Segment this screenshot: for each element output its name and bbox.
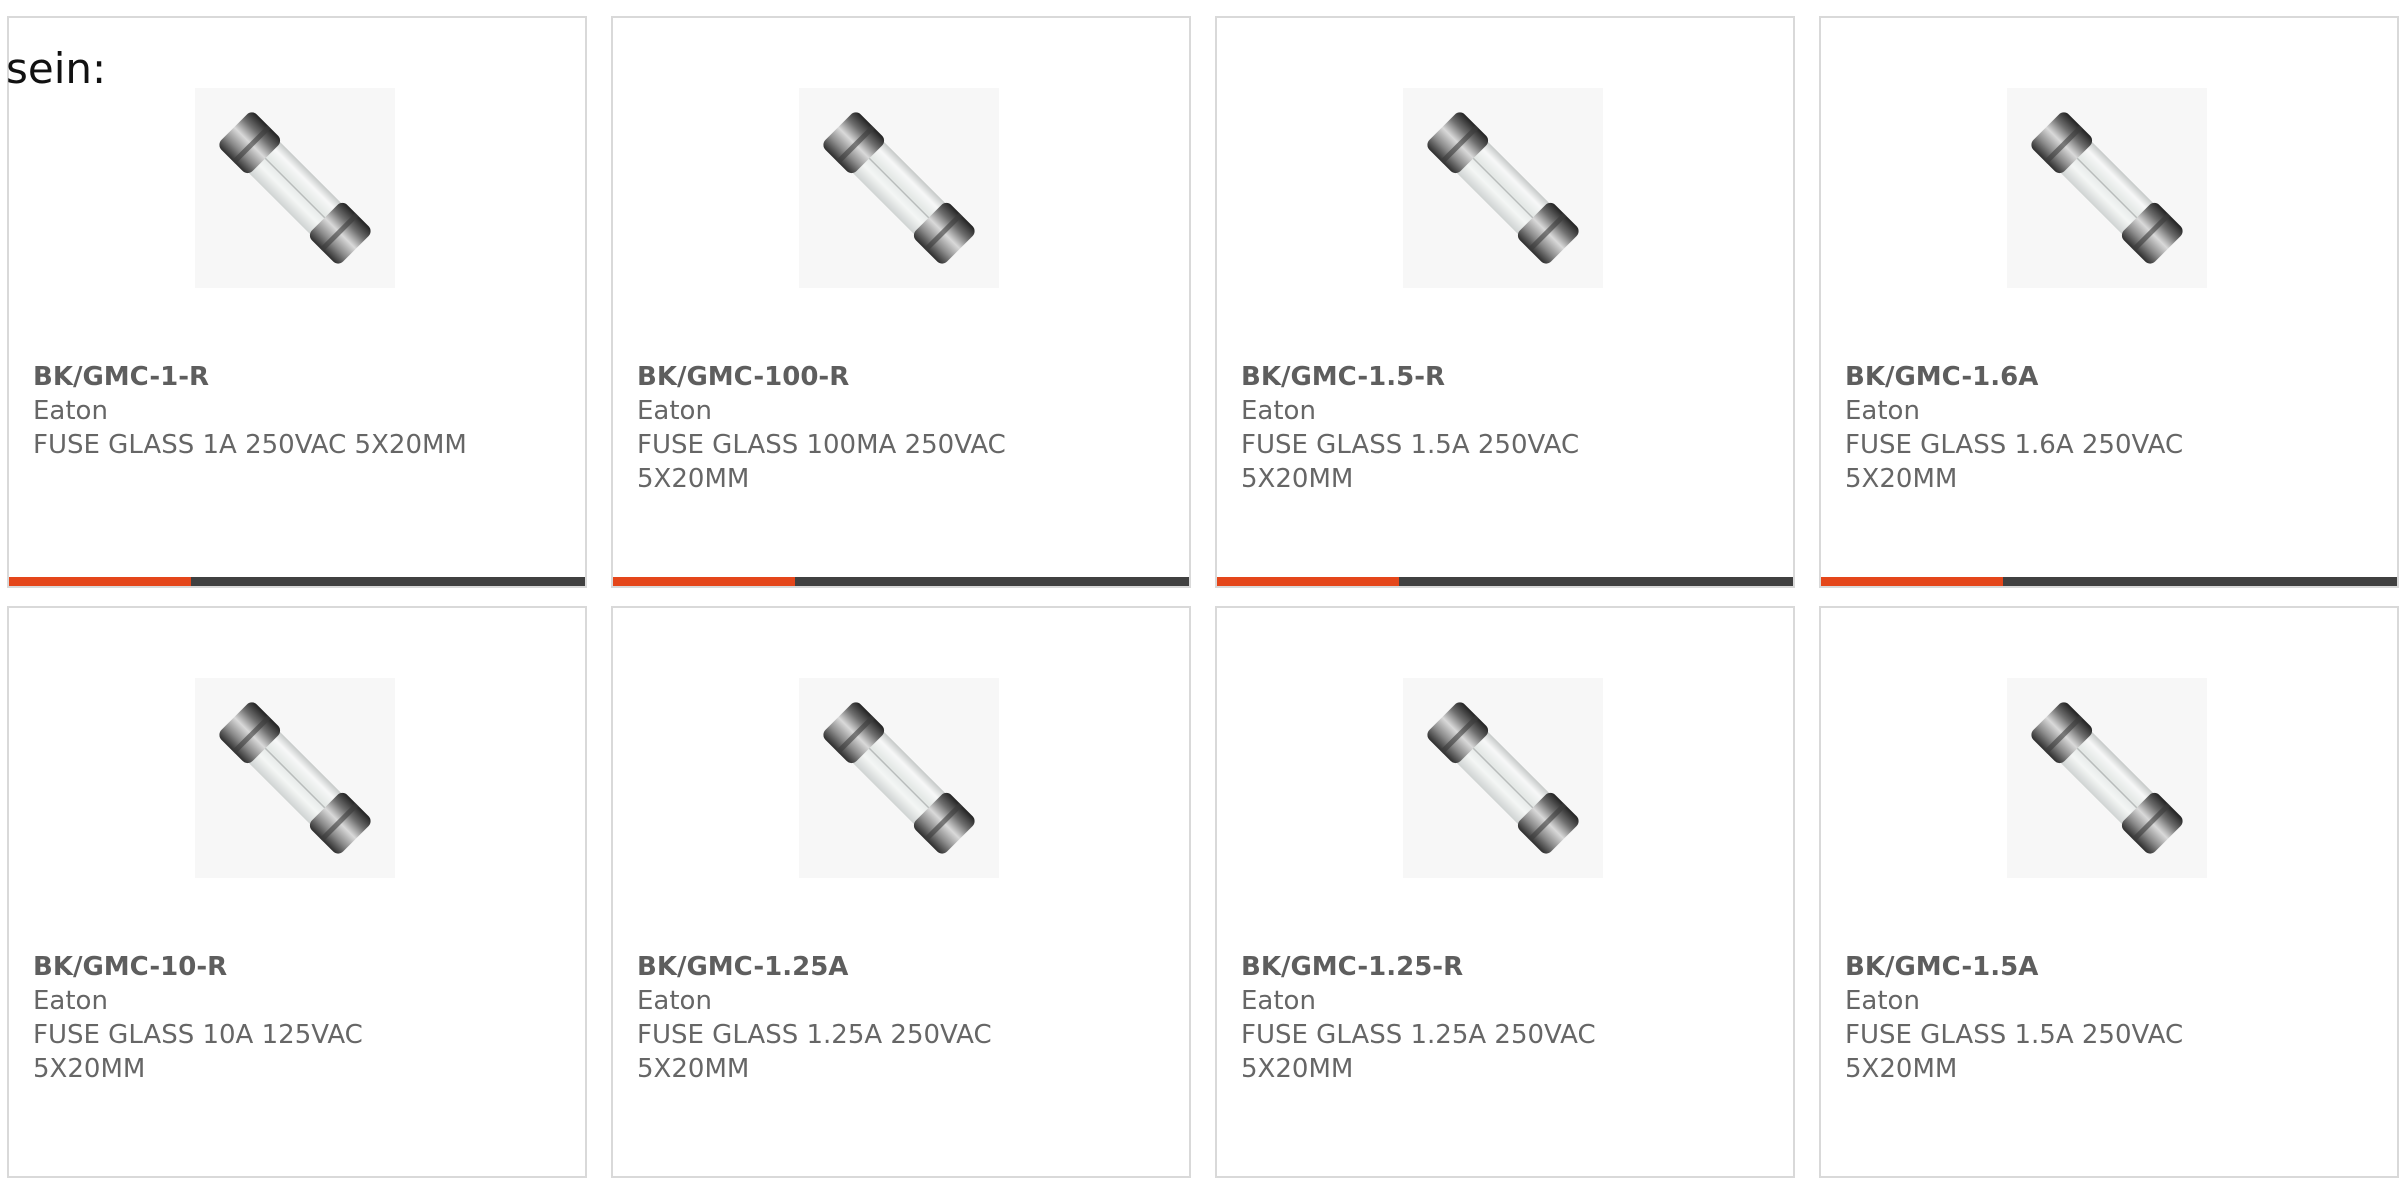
product-description: FUSE GLASS 1.6A 250VAC 5X20MM: [1845, 430, 2184, 494]
glass-fuse-icon[interactable]: [799, 678, 999, 878]
product-part-number[interactable]: BK/GMC-1.5-R: [1241, 360, 1681, 394]
product-info: BK/GMC-1.25A Eaton FUSE GLASS 1.25A 250V…: [637, 950, 1077, 1086]
product-manufacturer: Eaton: [637, 986, 712, 1016]
product-info: BK/GMC-1.5-R Eaton FUSE GLASS 1.5A 250VA…: [1241, 360, 1681, 496]
product-description: FUSE GLASS 10A 125VAC 5X20MM: [33, 1020, 363, 1084]
product-info: BK/GMC-1.6A Eaton FUSE GLASS 1.6A 250VAC…: [1845, 360, 2285, 496]
glass-fuse-icon[interactable]: [1403, 678, 1603, 878]
product-manufacturer: Eaton: [33, 396, 108, 426]
product-description: FUSE GLASS 100MA 250VAC 5X20MM: [637, 430, 1006, 494]
product-part-number[interactable]: BK/GMC-1.6A: [1845, 360, 2285, 394]
product-card[interactable]: BK/GMC-100-R Eaton FUSE GLASS 100MA 250V…: [611, 16, 1191, 588]
product-card[interactable]: BK/GMC-1.25-R Eaton FUSE GLASS 1.25A 250…: [1215, 606, 1795, 1178]
card-bar-accent: [1217, 577, 1399, 586]
product-manufacturer: Eaton: [1845, 986, 1920, 1016]
card-progress-bar: [613, 577, 1189, 586]
product-info: BK/GMC-1.5A Eaton FUSE GLASS 1.5A 250VAC…: [1845, 950, 2285, 1086]
product-card[interactable]: BK/GMC-1.25A Eaton FUSE GLASS 1.25A 250V…: [611, 606, 1191, 1178]
card-bar-accent: [9, 577, 191, 586]
product-description: FUSE GLASS 1.5A 250VAC 5X20MM: [1845, 1020, 2184, 1084]
product-part-number[interactable]: BK/GMC-1-R: [33, 360, 473, 394]
glass-fuse-icon[interactable]: [799, 88, 999, 288]
product-card[interactable]: BK/GMC-1.5A Eaton FUSE GLASS 1.5A 250VAC…: [1819, 606, 2399, 1178]
intro-text: sein:: [6, 44, 107, 93]
glass-fuse-icon[interactable]: [195, 88, 395, 288]
product-part-number[interactable]: BK/GMC-100-R: [637, 360, 1077, 394]
product-part-number[interactable]: BK/GMC-1.25A: [637, 950, 1077, 984]
product-info: BK/GMC-1.25-R Eaton FUSE GLASS 1.25A 250…: [1241, 950, 1681, 1086]
card-bar-accent: [1821, 577, 2003, 586]
product-part-number[interactable]: BK/GMC-10-R: [33, 950, 473, 984]
product-info: BK/GMC-1-R Eaton FUSE GLASS 1A 250VAC 5X…: [33, 360, 473, 462]
product-manufacturer: Eaton: [33, 986, 108, 1016]
product-card[interactable]: BK/GMC-10-R Eaton FUSE GLASS 10A 125VAC …: [7, 606, 587, 1178]
product-card[interactable]: BK/GMC-1-R Eaton FUSE GLASS 1A 250VAC 5X…: [7, 16, 587, 588]
product-info: BK/GMC-100-R Eaton FUSE GLASS 100MA 250V…: [637, 360, 1077, 496]
card-progress-bar: [1217, 577, 1793, 586]
glass-fuse-icon[interactable]: [195, 678, 395, 878]
glass-fuse-icon[interactable]: [2007, 88, 2207, 288]
product-card[interactable]: BK/GMC-1.5-R Eaton FUSE GLASS 1.5A 250VA…: [1215, 16, 1795, 588]
product-description: FUSE GLASS 1.5A 250VAC 5X20MM: [1241, 430, 1580, 494]
card-bar-accent: [613, 577, 795, 586]
product-part-number[interactable]: BK/GMC-1.5A: [1845, 950, 2285, 984]
product-manufacturer: Eaton: [637, 396, 712, 426]
product-manufacturer: Eaton: [1241, 396, 1316, 426]
glass-fuse-icon[interactable]: [2007, 678, 2207, 878]
product-info: BK/GMC-10-R Eaton FUSE GLASS 10A 125VAC …: [33, 950, 473, 1086]
product-description: FUSE GLASS 1A 250VAC 5X20MM: [33, 430, 467, 460]
product-part-number[interactable]: BK/GMC-1.25-R: [1241, 950, 1681, 984]
glass-fuse-icon[interactable]: [1403, 88, 1603, 288]
product-manufacturer: Eaton: [1241, 986, 1316, 1016]
card-progress-bar: [1821, 577, 2397, 586]
product-manufacturer: Eaton: [1845, 396, 1920, 426]
product-grid: BK/GMC-1-R Eaton FUSE GLASS 1A 250VAC 5X…: [7, 16, 2399, 1178]
product-description: FUSE GLASS 1.25A 250VAC 5X20MM: [1241, 1020, 1596, 1084]
product-card[interactable]: BK/GMC-1.6A Eaton FUSE GLASS 1.6A 250VAC…: [1819, 16, 2399, 588]
product-description: FUSE GLASS 1.25A 250VAC 5X20MM: [637, 1020, 992, 1084]
card-progress-bar: [9, 577, 585, 586]
